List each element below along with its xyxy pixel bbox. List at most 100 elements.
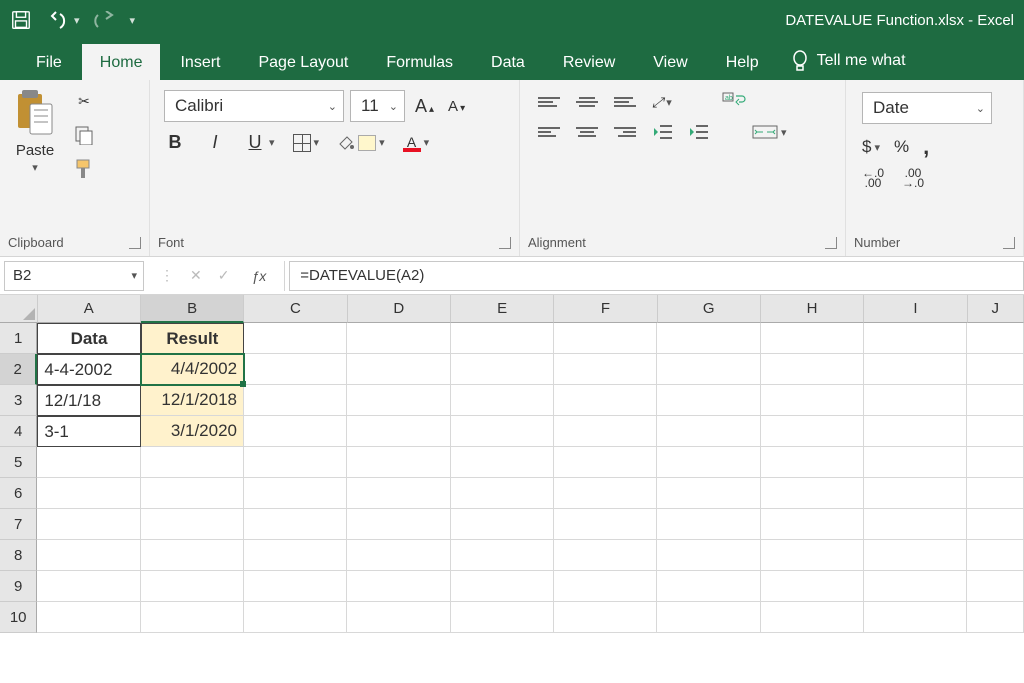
row-header-2[interactable]: 2 — [0, 354, 37, 385]
merge-center-button[interactable]: ▾ — [752, 123, 787, 141]
align-right-button[interactable] — [614, 122, 636, 142]
cell-I9[interactable] — [864, 571, 967, 602]
cell-J1[interactable] — [967, 323, 1024, 354]
tell-me[interactable]: Tell me what — [779, 40, 918, 80]
redo-button[interactable] — [94, 11, 116, 29]
cell-B8[interactable] — [141, 540, 244, 571]
undo-button[interactable]: ▾ — [46, 10, 80, 30]
row-header-4[interactable]: 4 — [0, 416, 37, 447]
cell-F10[interactable] — [554, 602, 657, 633]
orientation-button[interactable]: ⤢▾ — [652, 94, 672, 111]
cell-J5[interactable] — [967, 447, 1024, 478]
cell-E4[interactable] — [451, 416, 554, 447]
cell-A10[interactable] — [37, 602, 140, 633]
tab-page-layout[interactable]: Page Layout — [240, 44, 366, 80]
font-launcher-icon[interactable] — [499, 237, 511, 249]
cell-J9[interactable] — [967, 571, 1024, 602]
select-all-corner[interactable] — [0, 295, 38, 323]
cell-I8[interactable] — [864, 540, 967, 571]
cell-D10[interactable] — [347, 602, 450, 633]
align-top-button[interactable] — [538, 92, 560, 112]
alignment-launcher-icon[interactable] — [825, 237, 837, 249]
tab-help[interactable]: Help — [708, 44, 777, 80]
cell-F1[interactable] — [554, 323, 657, 354]
enter-formula-button[interactable]: ✓ — [218, 267, 230, 284]
row-header-5[interactable]: 5 — [0, 447, 37, 478]
increase-decimal-button[interactable]: ←.0.00 — [862, 168, 884, 188]
cell-I7[interactable] — [864, 509, 967, 540]
cell-B6[interactable] — [141, 478, 244, 509]
column-header-G[interactable]: G — [658, 295, 761, 323]
align-center-button[interactable] — [576, 122, 598, 142]
cell-B2[interactable]: 4/4/2002 — [141, 354, 244, 385]
cell-D2[interactable] — [347, 354, 450, 385]
font-size-select[interactable]: 11 ⌄ — [350, 90, 405, 122]
cell-D9[interactable] — [347, 571, 450, 602]
cell-B1[interactable]: Result — [141, 323, 244, 354]
cell-C7[interactable] — [244, 509, 347, 540]
cell-H6[interactable] — [761, 478, 864, 509]
cell-H10[interactable] — [761, 602, 864, 633]
number-format-select[interactable]: Date ⌄ — [862, 92, 992, 124]
cell-H5[interactable] — [761, 447, 864, 478]
tab-view[interactable]: View — [635, 44, 705, 80]
bold-button[interactable]: B — [164, 132, 186, 153]
align-bottom-button[interactable] — [614, 92, 636, 112]
cancel-formula-button[interactable]: ✕ — [190, 267, 202, 284]
column-header-D[interactable]: D — [348, 295, 451, 323]
tab-formulas[interactable]: Formulas — [368, 44, 471, 80]
cell-B9[interactable] — [141, 571, 244, 602]
cell-I5[interactable] — [864, 447, 967, 478]
cell-A4[interactable]: 3-1 — [37, 416, 140, 447]
cell-A7[interactable] — [37, 509, 140, 540]
paste-dropdown-icon[interactable]: ▾ — [32, 161, 38, 174]
cell-J2[interactable] — [967, 354, 1024, 385]
cell-E10[interactable] — [451, 602, 554, 633]
name-box[interactable]: B2 ▾ — [4, 261, 144, 291]
cell-C1[interactable] — [244, 323, 347, 354]
cell-E8[interactable] — [451, 540, 554, 571]
format-painter-button[interactable] — [72, 158, 96, 180]
clipboard-launcher-icon[interactable] — [129, 237, 141, 249]
decrease-decimal-button[interactable]: .00→.0 — [902, 168, 924, 188]
paste-button[interactable] — [12, 88, 58, 138]
cell-C3[interactable] — [244, 385, 347, 416]
formula-input[interactable]: =DATEVALUE(A2) — [289, 261, 1024, 291]
row-header-7[interactable]: 7 — [0, 509, 37, 540]
cell-H2[interactable] — [761, 354, 864, 385]
cell-G4[interactable] — [657, 416, 760, 447]
cell-G9[interactable] — [657, 571, 760, 602]
cell-E9[interactable] — [451, 571, 554, 602]
cell-F8[interactable] — [554, 540, 657, 571]
cell-H1[interactable] — [761, 323, 864, 354]
cell-F4[interactable] — [554, 416, 657, 447]
wrap-text-button[interactable]: ab — [722, 92, 746, 112]
cell-G8[interactable] — [657, 540, 760, 571]
cell-B5[interactable] — [141, 447, 244, 478]
cell-H8[interactable] — [761, 540, 864, 571]
cell-J7[interactable] — [967, 509, 1024, 540]
italic-button[interactable]: I — [204, 132, 226, 153]
cell-E5[interactable] — [451, 447, 554, 478]
cell-G5[interactable] — [657, 447, 760, 478]
cell-C2[interactable] — [244, 354, 347, 385]
copy-button[interactable] — [72, 124, 96, 146]
cell-A2[interactable]: 4-4-2002 — [37, 354, 140, 385]
row-header-10[interactable]: 10 — [0, 602, 37, 633]
cell-A3[interactable]: 12/1/18 — [37, 385, 140, 416]
cell-E6[interactable] — [451, 478, 554, 509]
cell-J8[interactable] — [967, 540, 1024, 571]
tab-insert[interactable]: Insert — [162, 44, 238, 80]
cell-A9[interactable] — [37, 571, 140, 602]
cell-J6[interactable] — [967, 478, 1024, 509]
cell-A6[interactable] — [37, 478, 140, 509]
cell-D3[interactable] — [347, 385, 450, 416]
cell-F9[interactable] — [554, 571, 657, 602]
cut-button[interactable]: ✂ — [72, 90, 96, 112]
column-header-B[interactable]: B — [141, 295, 244, 323]
cell-A5[interactable] — [37, 447, 140, 478]
underline-button[interactable]: U▾ — [244, 132, 275, 153]
font-color-button[interactable]: A ▾ — [403, 134, 430, 152]
cell-E2[interactable] — [451, 354, 554, 385]
cell-F6[interactable] — [554, 478, 657, 509]
